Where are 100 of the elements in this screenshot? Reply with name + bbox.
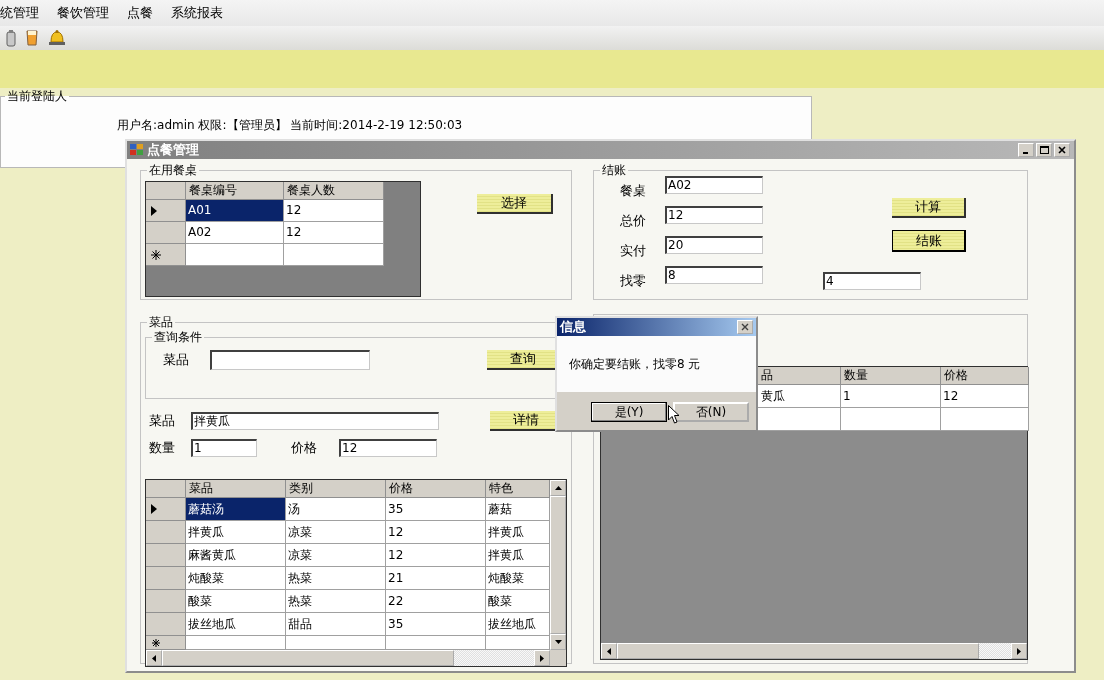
table-cell: 拌黄瓜 bbox=[486, 521, 550, 544]
group-title: 查询条件 bbox=[153, 329, 203, 346]
table-cell: 12 bbox=[284, 200, 384, 222]
close-icon bbox=[741, 323, 749, 331]
row-header bbox=[146, 480, 186, 498]
yes-button[interactable]: 是(Y) bbox=[591, 402, 667, 422]
row-pointer-icon bbox=[151, 205, 157, 216]
table-cell: 拌黄瓜 bbox=[486, 544, 550, 567]
user-info-text: 用户名:admin 权限:【管理员】 当前时间:2014-2-19 12:50:03 bbox=[117, 117, 464, 134]
field-label: 数量 bbox=[148, 439, 176, 457]
input-field[interactable]: 4 bbox=[823, 272, 921, 290]
left-arrow-icon[interactable] bbox=[607, 647, 611, 655]
table-cell: 12 bbox=[284, 222, 384, 244]
table-cell: A02 bbox=[186, 222, 284, 244]
field-label: 餐桌 bbox=[620, 182, 647, 200]
field-label: 菜品 bbox=[148, 412, 176, 430]
row-header[interactable] bbox=[146, 636, 186, 650]
search-field[interactable] bbox=[210, 350, 370, 370]
field-label: 实付 bbox=[620, 242, 647, 260]
table-cell: 炖酸菜 bbox=[186, 567, 286, 590]
app-icon bbox=[130, 144, 144, 156]
bell-icon[interactable] bbox=[47, 29, 67, 47]
horizontal-scrollbar[interactable] bbox=[601, 643, 1027, 659]
row-header bbox=[146, 182, 186, 200]
input-field[interactable]: 12 bbox=[339, 439, 437, 457]
table-cell bbox=[486, 636, 550, 650]
down-arrow-icon[interactable] bbox=[554, 640, 562, 644]
group-title: 结账 bbox=[601, 162, 627, 179]
table-cell: A01 bbox=[186, 200, 284, 222]
checkout-button[interactable]: 结账 bbox=[892, 230, 966, 252]
menu-item[interactable]: 点餐 bbox=[118, 4, 162, 22]
column-header[interactable]: 餐桌人数 bbox=[284, 182, 384, 200]
up-arrow-icon[interactable] bbox=[554, 486, 562, 490]
table-cell: 12 bbox=[386, 521, 486, 544]
column-header[interactable]: 类别 bbox=[286, 480, 386, 498]
column-header[interactable]: 特色 bbox=[486, 480, 550, 498]
row-header[interactable] bbox=[146, 498, 186, 521]
close-button[interactable] bbox=[1054, 143, 1070, 157]
maximize-button[interactable] bbox=[1036, 143, 1052, 157]
group-title: 在用餐桌 bbox=[148, 162, 198, 179]
vertical-scrollbar[interactable] bbox=[550, 480, 566, 650]
table-cell: 12 bbox=[941, 385, 1029, 408]
menu-item[interactable]: 统管理 bbox=[0, 4, 48, 22]
group-title: 当前登陆人 bbox=[6, 88, 68, 105]
column-header[interactable]: 菜品 bbox=[186, 480, 286, 498]
table-cell: 蘑菇 bbox=[486, 498, 550, 521]
calculate-button[interactable]: 计算 bbox=[892, 198, 966, 218]
table-cell: 35 bbox=[386, 498, 486, 521]
maximize-icon bbox=[1039, 146, 1049, 154]
table-cell: 1 bbox=[841, 385, 941, 408]
column-header[interactable]: 数量 bbox=[841, 367, 941, 385]
input-field[interactable]: 1 bbox=[191, 439, 257, 457]
table-cell: 酸菜 bbox=[186, 590, 286, 613]
table-cell: 汤 bbox=[286, 498, 386, 521]
table-cell: 21 bbox=[386, 567, 486, 590]
field-label: 菜品 bbox=[162, 351, 190, 369]
table-cell: 凉菜 bbox=[286, 544, 386, 567]
table-cell: 35 bbox=[386, 613, 486, 636]
table-cell: 凉菜 bbox=[286, 521, 386, 544]
close-button[interactable] bbox=[737, 320, 753, 334]
close-icon bbox=[1058, 146, 1066, 154]
table-cell: 拌黄瓜 bbox=[186, 521, 286, 544]
input-field[interactable]: 拌黄瓜 bbox=[191, 412, 439, 430]
input-field[interactable]: 8 bbox=[665, 266, 763, 284]
table-cell: 麻酱黄瓜 bbox=[186, 544, 286, 567]
table-cell: 拔丝地瓜 bbox=[486, 613, 550, 636]
field-label: 找零 bbox=[620, 272, 647, 290]
new-row-icon bbox=[151, 249, 161, 260]
scrollbar-corner bbox=[550, 650, 566, 666]
dialog-title: 信息 bbox=[560, 318, 586, 336]
right-arrow-icon[interactable] bbox=[540, 654, 544, 662]
table-cell: 热菜 bbox=[286, 567, 386, 590]
column-header[interactable]: 价格 bbox=[386, 480, 486, 498]
field-label: 价格 bbox=[290, 439, 318, 457]
glass-icon[interactable] bbox=[25, 29, 39, 47]
horizontal-scrollbar[interactable] bbox=[146, 650, 550, 666]
battery-icon[interactable] bbox=[5, 29, 17, 47]
column-header[interactable]: 价格 bbox=[941, 367, 1029, 385]
right-arrow-icon[interactable] bbox=[1017, 647, 1021, 655]
row-header[interactable] bbox=[146, 200, 186, 222]
field-label: 总价 bbox=[620, 212, 647, 230]
table-cell: 炖酸菜 bbox=[486, 567, 550, 590]
input-field[interactable]: A02 bbox=[665, 176, 763, 194]
menu-item[interactable]: 餐饮管理 bbox=[48, 4, 118, 22]
new-row-icon bbox=[151, 638, 161, 647]
minimize-button[interactable] bbox=[1018, 143, 1034, 157]
input-field[interactable]: 12 bbox=[665, 206, 763, 224]
menu-item[interactable]: 系统报表 bbox=[162, 4, 232, 22]
window-title: 点餐管理 bbox=[147, 141, 199, 159]
column-header[interactable]: 餐桌编号 bbox=[186, 182, 284, 200]
select-button[interactable]: 选择 bbox=[477, 194, 553, 214]
table-cell: 22 bbox=[386, 590, 486, 613]
left-arrow-icon[interactable] bbox=[152, 654, 156, 662]
table-cell: 12 bbox=[386, 544, 486, 567]
cursor-icon bbox=[668, 405, 680, 424]
row-pointer-icon bbox=[151, 504, 157, 514]
table-cell: 蘑菇汤 bbox=[186, 498, 286, 521]
table-cell: 拔丝地瓜 bbox=[186, 613, 286, 636]
dialog-message: 你确定要结账，找零8 元 bbox=[569, 355, 701, 373]
input-field[interactable]: 20 bbox=[665, 236, 763, 254]
